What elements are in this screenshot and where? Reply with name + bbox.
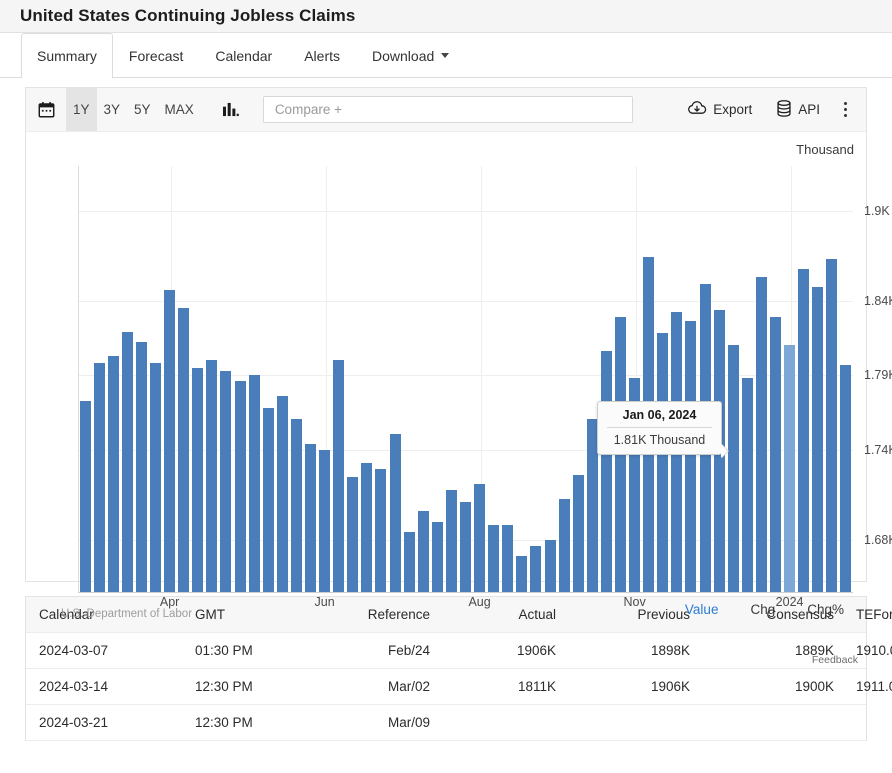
table-row[interactable]: 2024-03-21 12:30 PM Mar/09 <box>26 704 866 741</box>
tooltip-arrow <box>721 444 728 458</box>
cell-calendar: 2024-03-21 <box>26 704 187 741</box>
cell-actual <box>452 704 578 741</box>
mode-chg-pct[interactable]: Chg% <box>807 602 844 617</box>
chart-toolbar: 1Y 3Y 5Y MAX Compare + Export API <box>26 88 866 132</box>
calendar-icon[interactable] <box>26 88 66 131</box>
api-button[interactable]: API <box>764 88 832 131</box>
mode-chg[interactable]: Chg <box>750 602 775 617</box>
cell-teforecast: 1911.0K <box>856 668 892 705</box>
tab-download-label: Download <box>372 47 435 64</box>
api-label: API <box>798 102 820 117</box>
cell-previous <box>578 704 712 741</box>
export-button[interactable]: Export <box>675 88 764 131</box>
range-max-label: MAX <box>164 102 194 117</box>
toolbar-right-group: Export API <box>675 88 866 131</box>
bar-chart-icon[interactable] <box>209 88 253 131</box>
y-axis-tick-label: 1.79K <box>864 368 892 383</box>
chart-card: 1Y 3Y 5Y MAX Compare + Export API Thousa… <box>25 87 892 666</box>
tab-forecast-label: Forecast <box>128 47 184 64</box>
compare-field[interactable] <box>262 96 633 123</box>
chart-bars <box>78 166 853 592</box>
compare-input[interactable] <box>272 101 623 118</box>
tab-bar: Summary Forecast Calendar Alerts Downloa… <box>0 33 892 78</box>
page-title: United States Continuing Jobless Claims <box>20 6 356 25</box>
tooltip-value: 1.81K Thousand <box>613 433 706 447</box>
tab-alerts-label: Alerts <box>304 47 340 64</box>
y-axis-tick-label: 1.84K <box>864 293 892 308</box>
tooltip-date: Jan 06, 2024 <box>607 408 712 428</box>
cell-consensus: 1900K <box>712 668 856 705</box>
range-1y-label: 1Y <box>73 102 90 117</box>
cell-consensus <box>712 704 856 741</box>
range-5y[interactable]: 5Y <box>127 88 158 131</box>
cloud-download-icon <box>687 100 707 119</box>
toolbar-left-group: 1Y 3Y 5Y MAX <box>26 88 253 131</box>
cell-gmt: 12:30 PM <box>187 668 305 705</box>
range-3y[interactable]: 3Y <box>97 88 128 131</box>
cell-teforecast <box>856 704 866 741</box>
chart-tooltip: Jan 06, 2024 1.81K Thousand <box>597 401 728 458</box>
feedback-link[interactable]: Feedback <box>812 654 858 666</box>
cell-previous: 1906K <box>578 668 712 705</box>
chart-unit-label: Thousand <box>796 142 854 157</box>
tab-summary-label: Summary <box>37 47 97 64</box>
chart-source: U.S. Department of Labor <box>61 608 193 620</box>
chart-plot-area: Thousand 1.9K1.84K1.79K1.74K1.68K AprJun… <box>26 132 892 609</box>
tab-calendar[interactable]: Calendar <box>199 33 288 77</box>
chart-footer: U.S. Department of Labor Value Chg Chg% … <box>26 540 866 666</box>
page-header: United States Continuing Jobless Claims <box>0 0 892 33</box>
table-body: 2024-03-07 01:30 PM Feb/24 1906K 1898K 1… <box>26 632 892 741</box>
cell-gmt: 12:30 PM <box>187 704 305 741</box>
tab-download[interactable]: Download <box>356 33 465 77</box>
range-5y-label: 5Y <box>134 102 151 117</box>
range-1y[interactable]: 1Y <box>66 88 97 131</box>
y-axis-tick-label: 1.74K <box>864 443 892 457</box>
tab-calendar-label: Calendar <box>215 47 273 64</box>
tab-summary[interactable]: Summary <box>21 33 113 78</box>
cell-reference: Mar/02 <box>305 668 452 705</box>
cell-calendar: 2024-03-14 <box>26 668 187 705</box>
y-axis-tick-label: 1.68K <box>864 532 892 547</box>
table-row[interactable]: 2024-03-14 12:30 PM Mar/02 1811K 1906K 1… <box>26 668 892 705</box>
kebab-menu-icon[interactable] <box>832 88 858 131</box>
range-max[interactable]: MAX <box>158 88 201 131</box>
mode-value[interactable]: Value <box>685 602 719 617</box>
chart-mode-switch: Value Chg Chg% <box>685 602 844 617</box>
tab-forecast[interactable]: Forecast <box>113 33 199 77</box>
chevron-down-icon <box>441 53 450 58</box>
cell-reference: Mar/09 <box>305 704 452 741</box>
database-icon <box>776 99 792 120</box>
y-axis-tick-label: 1.9K <box>864 203 890 218</box>
tab-alerts[interactable]: Alerts <box>288 33 356 77</box>
cell-actual: 1811K <box>452 668 578 705</box>
export-label: Export <box>713 102 753 117</box>
range-3y-label: 3Y <box>103 102 121 117</box>
